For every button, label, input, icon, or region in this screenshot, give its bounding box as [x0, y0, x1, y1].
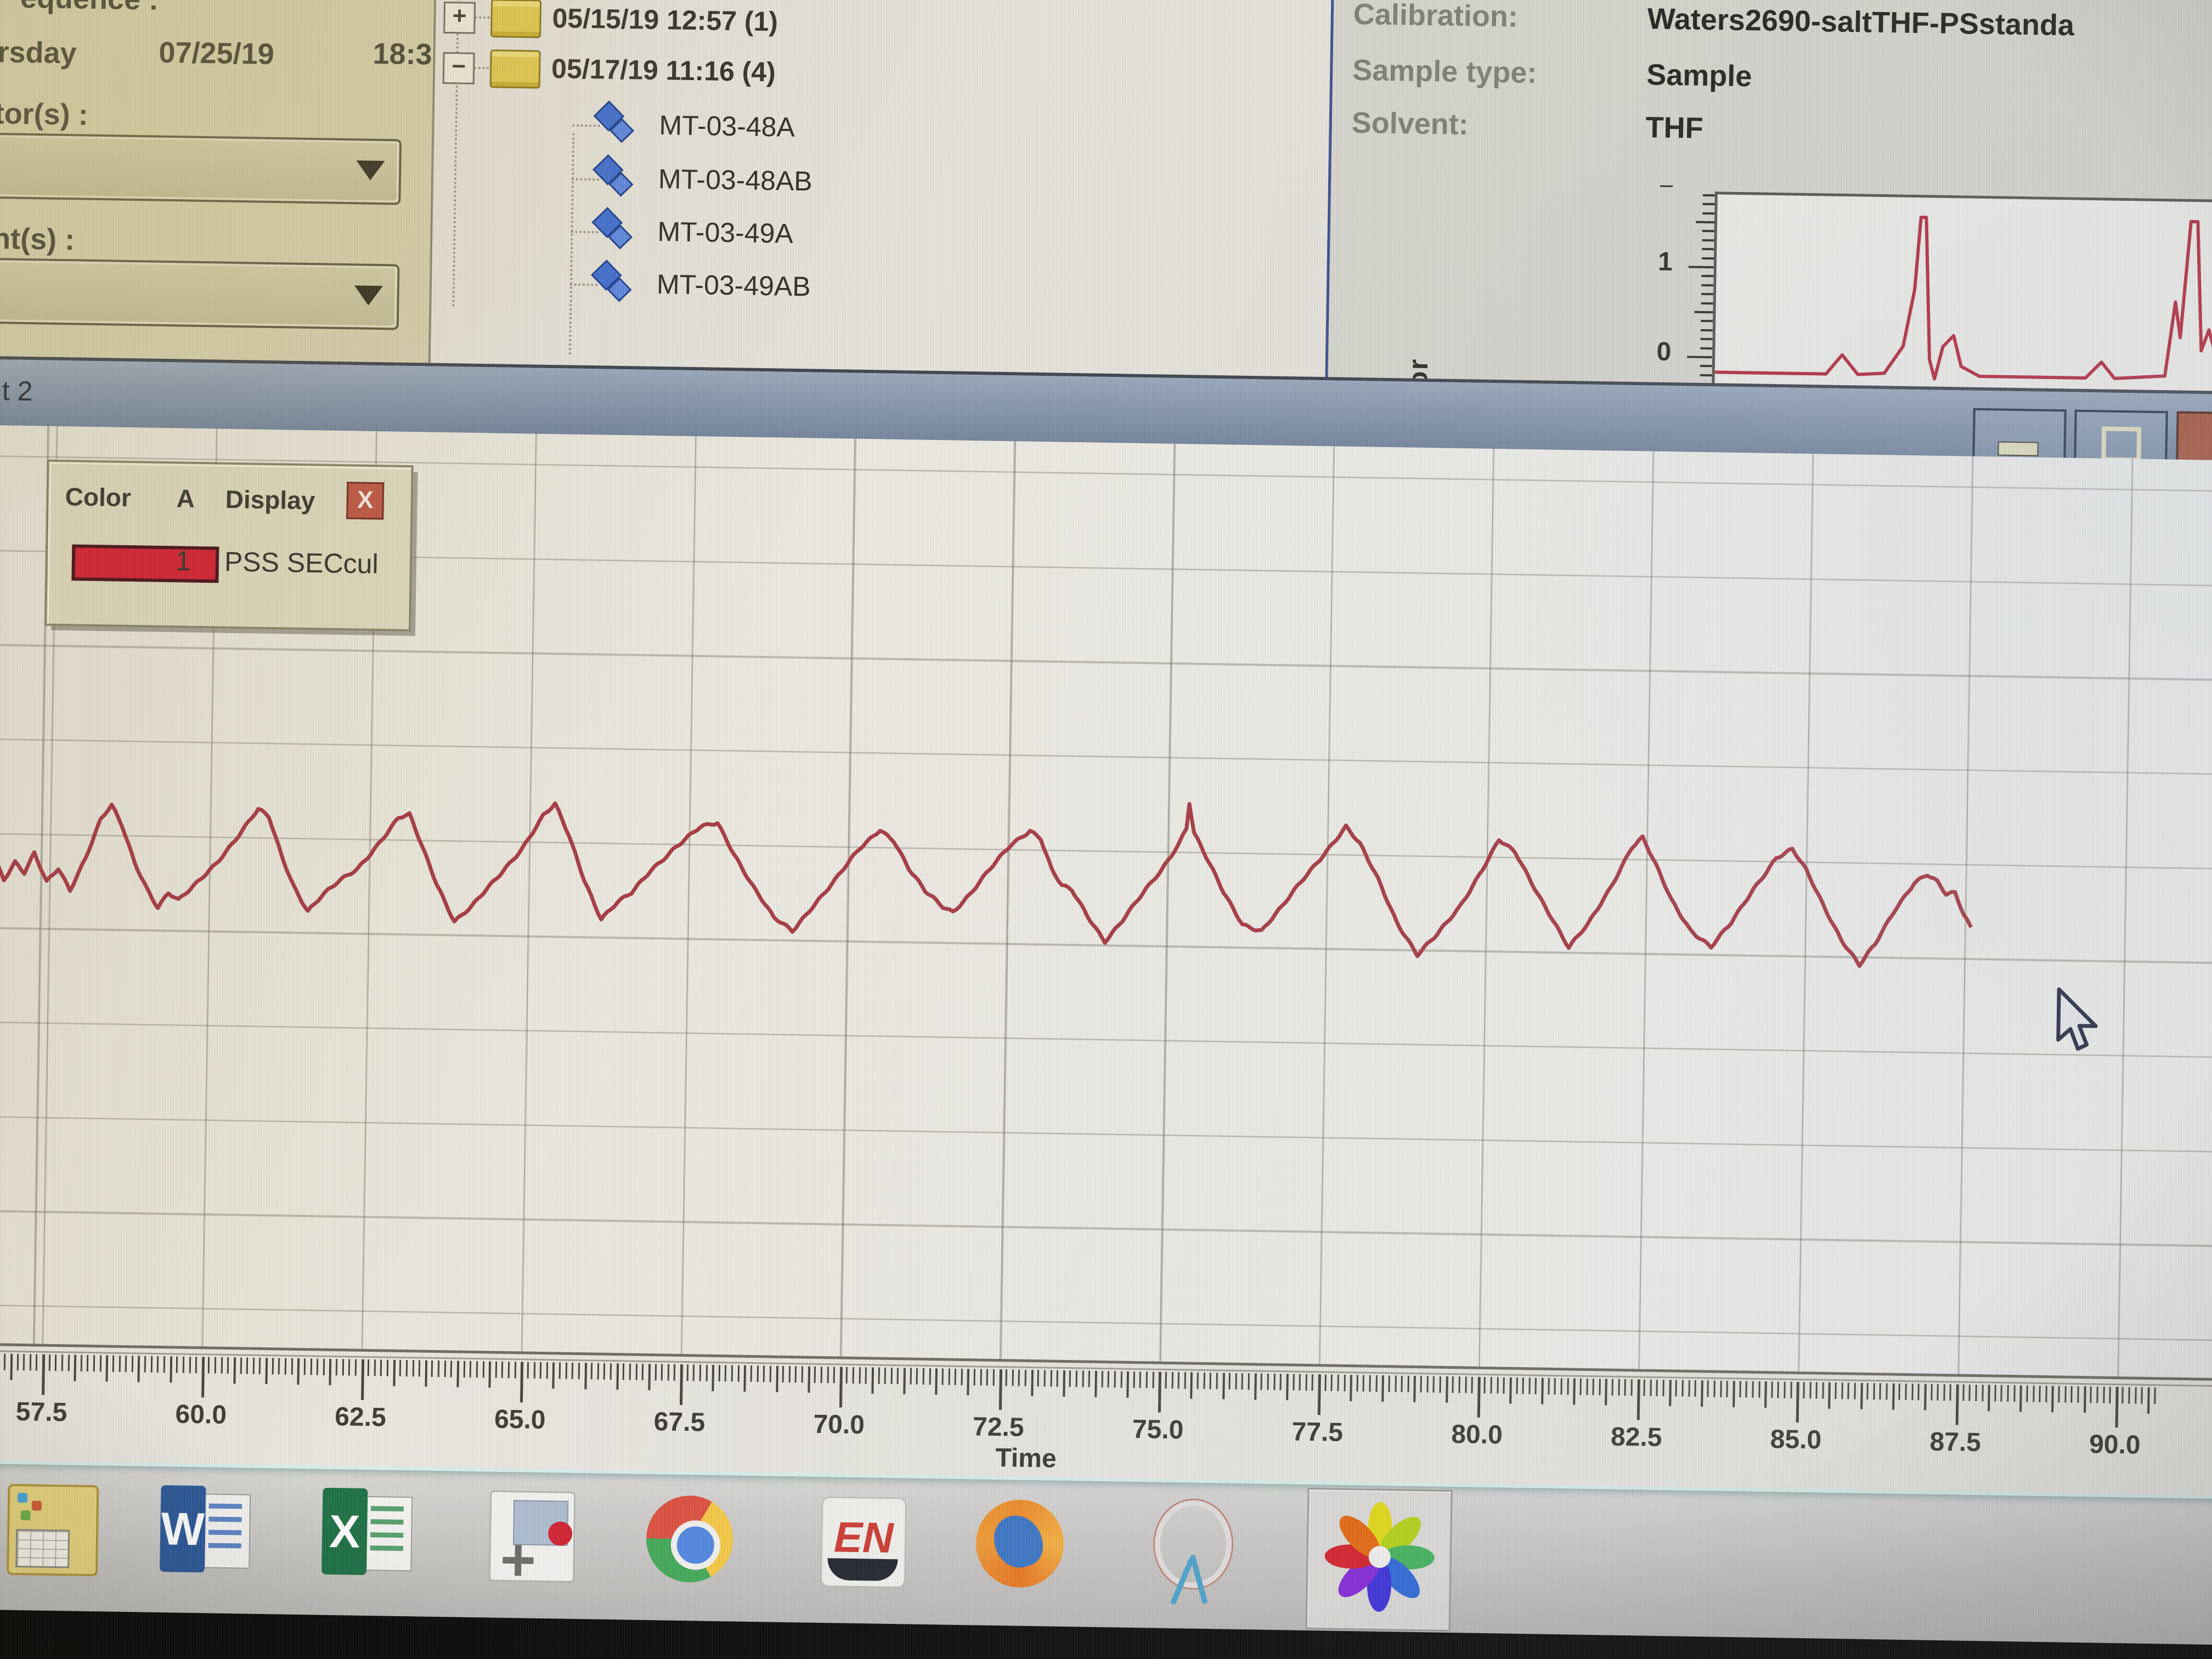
sample-result-icon [594, 263, 638, 307]
tree-row-label: 05/17/19 11:16 (4) [551, 53, 776, 88]
x-tick-label: 80.0 [1451, 1419, 1503, 1450]
chevron-down-icon[interactable] [356, 160, 385, 180]
endnote-icon[interactable]: EN [815, 1491, 913, 1594]
tree-row-label: MT-03-48A [659, 109, 795, 143]
operators-combobox[interactable] [0, 133, 402, 205]
firefox-icon[interactable] [973, 1493, 1071, 1596]
folder-icon [490, 49, 541, 88]
solvent-label: Solvent: [1351, 106, 1469, 142]
sequence-panel: equence : rsday 07/25/19 18:38 tor(s) : … [0, 0, 435, 366]
sample-type-value: Sample [1646, 58, 1752, 93]
sample-tree-panel: +05/14/19 16:57 (1)+05/15/19 12:57 (1)−0… [428, 0, 1334, 380]
legend-channel: 1 [176, 545, 191, 577]
calibration-label: Calibration: [1353, 0, 1518, 34]
mini-chromatogram: or Respons 2 1 0 [1396, 181, 2212, 394]
date-value: 07/25/19 [159, 36, 274, 71]
plot-area[interactable]: Color A Display X 1 PSS SECcul [0, 425, 2212, 1378]
x-tick-label: 82.5 [1611, 1422, 1662, 1453]
word-icon[interactable]: W [160, 1481, 257, 1584]
background-app-strip: equence : rsday 07/25/19 18:38 tor(s) : … [0, 0, 2212, 394]
screen-content: equence : rsday 07/25/19 18:38 tor(s) : … [0, 0, 2212, 1641]
calibration-value: Waters2690-saltTHF-PSstanda [1647, 2, 2074, 42]
mini-plot-area [1712, 191, 2212, 394]
x-axis-title: Time [995, 1443, 1057, 1474]
tree-row-label: MT-03-49A [657, 216, 793, 250]
x-tick-label: 75.0 [1132, 1414, 1183, 1445]
tree-row[interactable]: MT-03-49AB [431, 255, 1310, 319]
instruments-combobox[interactable] [0, 258, 400, 330]
x-tick-label: 87.5 [1929, 1427, 1981, 1458]
legend-header-a: A [176, 483, 195, 514]
legend-box[interactable]: Color A Display X 1 PSS SECcul [44, 460, 414, 631]
solvent-value: THF [1645, 110, 1703, 145]
snipping-tool-icon[interactable] [1146, 1496, 1243, 1599]
photo-of-screen: equence : rsday 07/25/19 18:38 tor(s) : … [0, 0, 2212, 1659]
chromatogram-window: t 2 Color A Display X 1 PSS [0, 359, 2212, 1496]
sequence-label: equence : [20, 0, 159, 17]
operators-label: tor(s) : [0, 97, 88, 132]
legend-close-button[interactable]: X [346, 482, 384, 520]
window-title: t 2 [2, 375, 32, 407]
x-tick-label: 67.5 [653, 1407, 705, 1437]
excel-icon[interactable]: X [321, 1483, 419, 1587]
restore-icon [2101, 426, 2141, 462]
x-tick-label: 60.0 [175, 1399, 227, 1430]
mouse-cursor-icon [2051, 987, 2118, 1059]
expand-icon[interactable]: + [443, 2, 476, 34]
x-tick-label: 72.5 [973, 1412, 1024, 1442]
x-tick-label: 70.0 [813, 1409, 865, 1440]
x-tick-label: 57.5 [15, 1397, 67, 1427]
chevron-down-icon[interactable] [354, 285, 383, 306]
day-fragment: rsday [0, 35, 77, 70]
mini-y-ruler [1676, 185, 1715, 386]
mini-tick-label-0: 0 [1633, 336, 1672, 367]
x-tick-label: 65.0 [494, 1404, 546, 1435]
sample-result-icon [596, 104, 641, 148]
folder-icon [490, 0, 541, 38]
tree-row-label: 05/15/19 12:57 (1) [552, 2, 778, 37]
x-tick-label: 62.5 [335, 1402, 386, 1432]
sample-type-label: Sample type: [1352, 53, 1537, 90]
mini-tick-label-2: 2 [1635, 181, 1674, 194]
x-tick-label: 90.0 [2089, 1429, 2141, 1460]
x-tick-label: 85.0 [1770, 1424, 1821, 1455]
tree-row-label: MT-03-49AB [657, 268, 811, 302]
trace-color-swatch [71, 544, 219, 583]
sample-result-icon [595, 210, 639, 255]
collapse-icon[interactable]: − [443, 52, 475, 84]
mini-trace [1714, 194, 2212, 393]
legend-trace-name: PSS SECcul [224, 546, 379, 580]
minimize-icon [1997, 441, 2038, 456]
tree-row-label: MT-03-48AB [658, 163, 813, 197]
mini-y-axis-label: or Respons [1402, 245, 1438, 388]
pinwheel-app-icon[interactable] [1324, 1501, 1435, 1612]
mini-tick-label-1: 1 [1634, 246, 1673, 277]
tree-row[interactable]: MT-03-48A [434, 96, 1312, 160]
instruments-label: nt(s) : [0, 222, 75, 257]
x-tick-label: 77.5 [1291, 1417, 1343, 1447]
chrome-icon[interactable] [642, 1488, 740, 1592]
sample-info-panel: Calibration: Waters2690-saltTHF-PSstanda… [1325, 0, 2212, 394]
sample-result-icon [595, 157, 640, 202]
instrument-app-icon[interactable] [3, 1479, 101, 1582]
legend-header-color: Color [65, 482, 131, 512]
legend-header-display: Display [225, 484, 315, 516]
photo-viewer-icon[interactable] [483, 1486, 581, 1589]
